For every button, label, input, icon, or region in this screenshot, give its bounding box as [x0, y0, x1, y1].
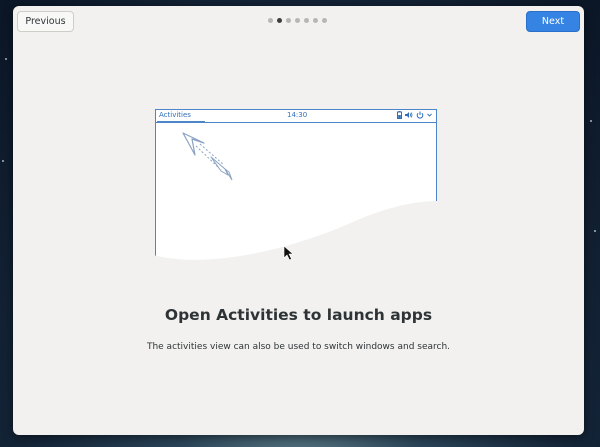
header-bar: Previous Next — [13, 6, 584, 36]
page-title: Open Activities to launch apps — [164, 306, 433, 324]
motion-arrows-icon — [182, 132, 233, 181]
page-dot[interactable] — [295, 18, 300, 23]
page-indicator — [268, 18, 327, 24]
desktop-star — [2, 160, 4, 162]
desktop-star — [594, 230, 596, 232]
page-dot[interactable] — [304, 18, 309, 23]
previous-button[interactable]: Previous — [17, 11, 74, 32]
page-dot[interactable] — [322, 18, 327, 23]
page-dot[interactable] — [286, 18, 291, 23]
desktop-star — [590, 120, 592, 122]
page-dot[interactable] — [313, 18, 318, 23]
page-dot-active[interactable] — [277, 18, 282, 23]
page-description: The activities view can also be used to … — [146, 342, 451, 352]
page-dot[interactable] — [268, 18, 273, 23]
next-button[interactable]: Next — [526, 11, 580, 32]
activities-illustration: Activities 14:30 — [155, 109, 439, 267]
illustration-overlay — [155, 132, 439, 267]
initial-setup-window: Previous Next Activities 14:30 Open Acti… — [13, 6, 584, 435]
desktop-star — [5, 58, 7, 60]
paper-curl-shape — [155, 201, 439, 267]
